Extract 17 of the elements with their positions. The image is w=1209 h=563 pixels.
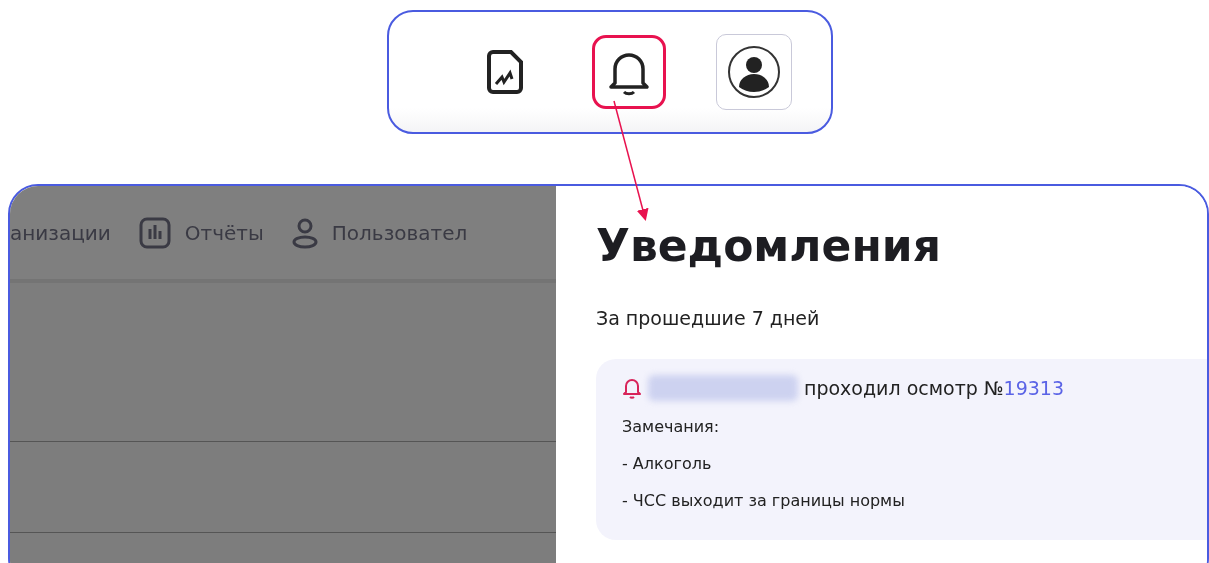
nav-item[interactable]: Отчёты: [138, 216, 264, 249]
panel-title: Уведомления: [596, 220, 942, 271]
nav-item[interactable]: Пользовател: [291, 216, 468, 249]
chart-icon: [138, 216, 171, 249]
remarks-label: Замечания:: [622, 417, 721, 436]
remark-text: - ЧСС выходит за границы нормы: [622, 491, 906, 510]
nav-item[interactable]: анизации: [10, 220, 111, 245]
period-label: За прошедшие 7 дней: [596, 307, 821, 329]
avatar-button[interactable]: [715, 34, 792, 110]
exam-link[interactable]: 19313: [1003, 377, 1065, 399]
notification-message: проходил осмотр №19313: [804, 377, 1065, 399]
remark-text: - Алкоголь: [622, 454, 713, 473]
bell-button[interactable]: [591, 35, 666, 109]
avatar-icon: [726, 45, 781, 99]
user-icon: [291, 216, 318, 249]
bell-icon: [622, 377, 642, 399]
document-icon: [484, 48, 525, 96]
